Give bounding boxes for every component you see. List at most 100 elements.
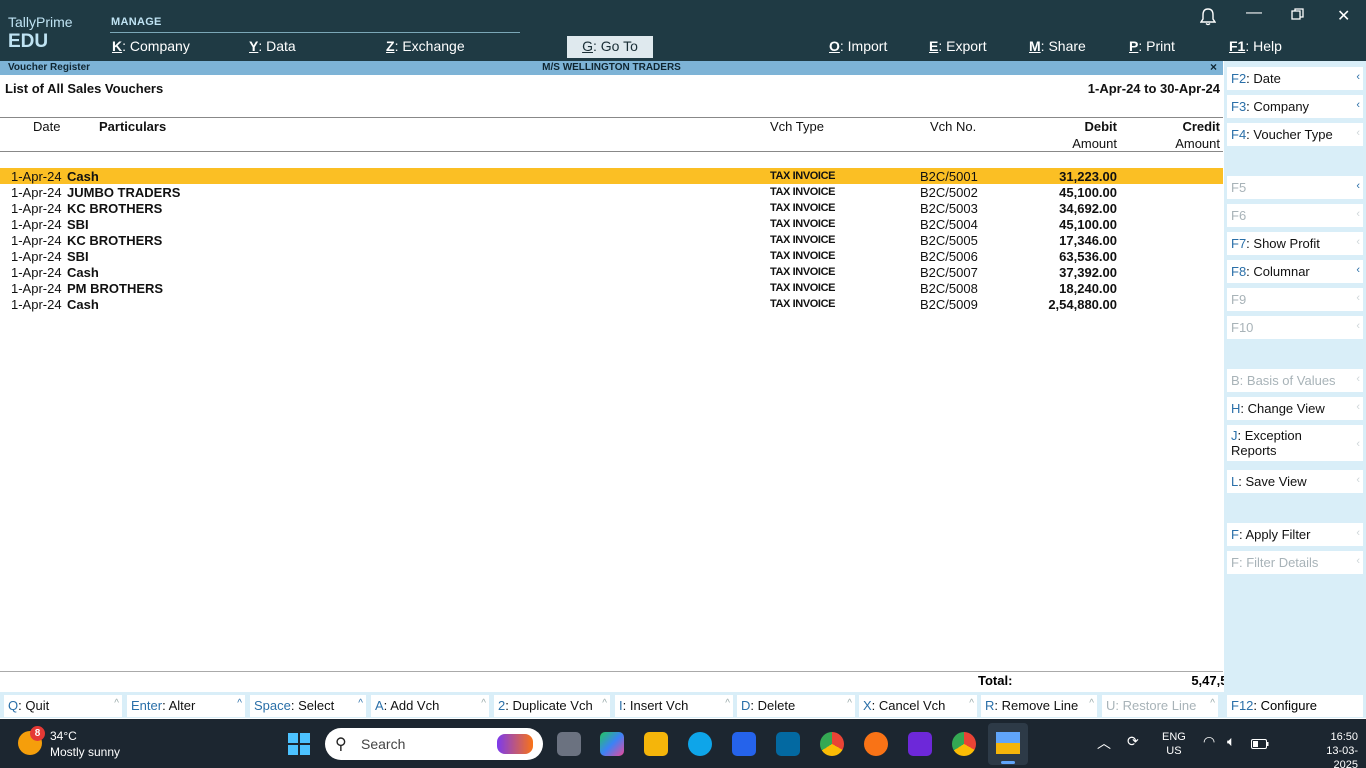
f7-show-profit-button[interactable]: F7: Show Profit ‹ (1227, 232, 1363, 255)
file-explorer-icon[interactable] (644, 732, 668, 756)
f3-company-button[interactable]: F3: Company ‹ (1227, 95, 1363, 118)
app-name: TallyPrime (8, 14, 73, 30)
menu-share[interactable]: M: Share (1029, 38, 1086, 54)
total-label: Total: (978, 673, 1013, 688)
cancel-vch-button[interactable]: X: Cancel Vch ^ (859, 695, 977, 717)
windows-start-icon[interactable] (288, 733, 310, 755)
f6-button[interactable]: F6 ‹ (1227, 204, 1363, 227)
outlook-icon[interactable] (776, 732, 800, 756)
search-highlight-icon (497, 734, 533, 754)
battery-icon[interactable] (1251, 736, 1269, 752)
bell-icon[interactable] (1199, 8, 1217, 31)
edge-icon[interactable] (688, 732, 712, 756)
f10-button[interactable]: F10 ‹ (1227, 316, 1363, 339)
report-title: List of All Sales Vouchers (5, 81, 164, 96)
weather-condition: Mostly sunny (50, 745, 121, 759)
change-view-button[interactable]: H: Change View ‹ (1227, 397, 1363, 420)
col-debit-sub: Amount (1072, 136, 1117, 151)
f8-columnar-button[interactable]: F8: Columnar ‹ (1227, 260, 1363, 283)
table-row[interactable]: 1-Apr-24 Cash TAX INVOICE B2C/5009 2,54,880.… (0, 296, 1223, 312)
table-row[interactable]: 1-Apr-24 SBI TAX INVOICE B2C/5006 63,536.00 (0, 248, 1223, 264)
close-window-icon[interactable]: ✕ (1337, 6, 1350, 26)
select-button[interactable]: Space: Select ^ (250, 695, 366, 717)
table-row[interactable]: 1-Apr-24 JUMBO TRADERS TAX INVOICE B2C/5002… (0, 184, 1223, 200)
table-row[interactable]: 1-Apr-24 PM BROTHERS TAX INVOICE B2C/5008 18… (0, 280, 1223, 296)
manage-label: MANAGE (111, 16, 162, 28)
app-brand: TallyPrime EDU (8, 14, 73, 53)
app-edition: EDU (8, 31, 49, 52)
save-view-button[interactable]: L: Save View ‹ (1227, 470, 1363, 493)
f5-button[interactable]: F5 ‹ (1227, 176, 1363, 199)
right-button-panel: F2: Date ‹ F3: Company ‹ F4: Voucher Type ‹… (1224, 61, 1366, 718)
insert-vch-button[interactable]: I: Insert Vch ^ (615, 695, 733, 717)
apply-filter-button[interactable]: F: Apply Filter ‹ (1227, 523, 1363, 546)
menu-help[interactable]: F1: Help (1229, 38, 1282, 54)
table-row[interactable]: 1-Apr-24 KC BROTHERS TAX INVOICE B2C/5005 17… (0, 232, 1223, 248)
delete-button[interactable]: D: Delete ^ (737, 695, 855, 717)
restore-line-button[interactable]: U: Restore Line ^ (1102, 695, 1218, 717)
table-row[interactable]: 1-Apr-24 Cash TAX INVOICE B2C/5007 37,392.00 (0, 264, 1223, 280)
col-credit-sub: Amount (1175, 136, 1220, 151)
bottom-button-bar: Q: Quit ^ Enter: Alter ^ Space: Select ^ A:… (0, 692, 1224, 718)
task-view-icon[interactable] (557, 732, 581, 756)
basis-of-values-button[interactable]: B: Basis of Values ‹ (1227, 369, 1363, 392)
report-titlebar: Voucher Register M/S WELLINGTON TRADERS … (0, 60, 1223, 75)
quit-button[interactable]: Q: Quit ^ (4, 695, 122, 717)
menu-exchange[interactable]: Z: Exchange (386, 38, 465, 54)
system-clock[interactable]: 16:50 13-03-2025 (1312, 730, 1358, 768)
table-row[interactable]: 1-Apr-24 Cash TAX INVOICE B2C/5001 31,223.00 (0, 168, 1223, 184)
f2-date-button[interactable]: F2: Date ‹ (1227, 67, 1363, 90)
chrome-icon[interactable] (820, 732, 844, 756)
teams-icon[interactable] (908, 732, 932, 756)
company-name: M/S WELLINGTON TRADERS (542, 62, 681, 73)
menu-company[interactable]: K: Company (112, 38, 190, 54)
sync-icon[interactable]: ⟳ (1127, 733, 1139, 750)
top-bar: TallyPrime EDU MANAGE K: Company Y: Data… (0, 0, 1366, 61)
menu-export[interactable]: E: Export (929, 38, 987, 54)
alter-button[interactable]: Enter: Alter ^ (127, 695, 245, 717)
manage-divider (110, 32, 520, 33)
col-vch-no: Vch No. (930, 119, 977, 134)
close-report-icon[interactable]: × (1210, 60, 1217, 74)
weather-temp: 34°C (50, 729, 77, 743)
wifi-icon[interactable]: ◠ (1203, 733, 1215, 750)
taskbar-search[interactable]: ⚲ Search (325, 728, 543, 760)
chrome-profile-icon[interactable] (952, 732, 976, 756)
filter-details-button[interactable]: F: Filter Details ‹ (1227, 551, 1363, 574)
report-period[interactable]: 1-Apr-24 to 30-Apr-24 (1088, 81, 1220, 96)
f4-voucher-type-button[interactable]: F4: Voucher Type ‹ (1227, 123, 1363, 146)
add-vch-button[interactable]: A: Add Vch ^ (371, 695, 489, 717)
store-icon[interactable] (732, 732, 756, 756)
header-top-divider (0, 117, 1223, 118)
f12-configure-button[interactable]: F12: Configure (1227, 695, 1363, 717)
table-row[interactable]: 1-Apr-24 SBI TAX INVOICE B2C/5004 45,100.00 (0, 216, 1223, 232)
restore-icon[interactable] (1291, 8, 1304, 26)
search-icon: ⚲ (335, 736, 347, 753)
menu-import[interactable]: O: Import (829, 38, 887, 54)
minimize-icon[interactable]: — (1246, 4, 1262, 22)
volume-icon[interactable]: 🔈︎ (1227, 733, 1235, 750)
menu-goto[interactable]: G: Go To (567, 36, 653, 58)
col-date: Date (33, 119, 61, 134)
language-indicator[interactable]: ENG US (1162, 730, 1186, 758)
notification-badge: 8 (30, 726, 45, 741)
f9-button[interactable]: F9 ‹ (1227, 288, 1363, 311)
table-row[interactable]: 1-Apr-24 KC BROTHERS TAX INVOICE B2C/5003 34… (0, 200, 1223, 216)
total-divider (0, 671, 1223, 672)
col-vch-type: Vch Type (770, 119, 824, 134)
tally-icon (996, 732, 1020, 754)
col-debit: Debit (1084, 119, 1118, 134)
duplicate-vch-button[interactable]: 2: Duplicate Vch ^ (494, 695, 610, 717)
copilot-icon[interactable] (600, 732, 624, 756)
menu-print[interactable]: P: Print (1129, 38, 1175, 54)
remove-line-button[interactable]: R: Remove Line ^ (981, 695, 1097, 717)
col-particulars: Particulars (99, 119, 167, 134)
search-placeholder: Search (361, 736, 406, 752)
col-credit: Credit (1182, 119, 1220, 134)
menu-data[interactable]: Y: Data (249, 38, 296, 54)
tally-taskbar-active[interactable] (988, 723, 1028, 765)
firefox-icon[interactable] (864, 732, 888, 756)
exception-reports-button[interactable]: J: Exception Reports ‹ (1227, 425, 1363, 461)
header-bottom-divider (0, 151, 1223, 152)
chevron-up-icon[interactable]: ︿ (1097, 733, 1111, 753)
